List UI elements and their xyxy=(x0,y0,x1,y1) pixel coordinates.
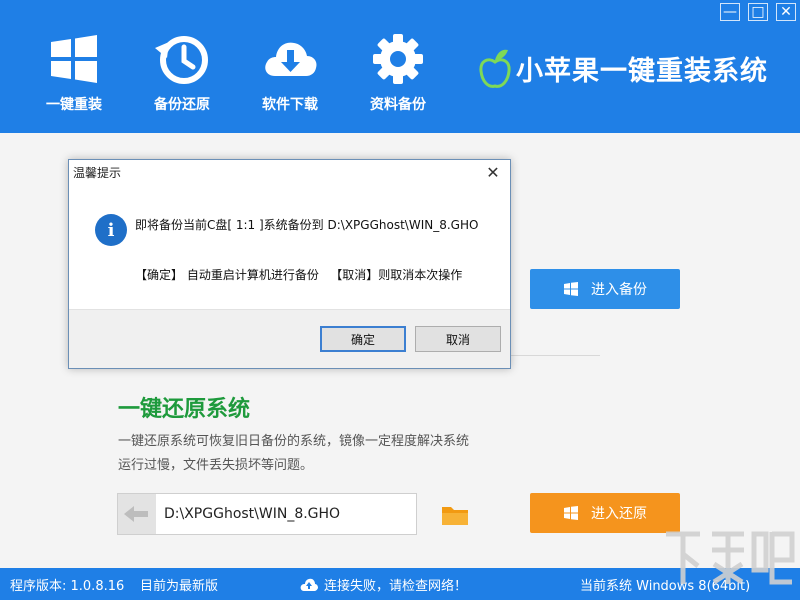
nav-label: 资料备份 xyxy=(370,97,426,113)
enter-restore-button[interactable]: 进入还原 xyxy=(530,493,680,533)
cloud-download-icon xyxy=(265,42,317,76)
close-icon[interactable]: ✕ xyxy=(772,0,800,24)
nav-item-reinstall[interactable]: 一键重装 xyxy=(20,30,128,120)
info-icon: i xyxy=(95,214,127,246)
header-bar: — □ ✕ 一键重装 备份还原 软件下载 资料备份 小苹果一键重装系统 xyxy=(0,0,800,133)
window-controls: — □ ✕ xyxy=(716,0,800,24)
nav-item-data-backup[interactable]: 资料备份 xyxy=(344,30,452,120)
restore-section-title: 一键还原系统 xyxy=(118,397,251,422)
dialog-message-backup-target: 即将备份当前C盘[ 1:1 ]系统备份到 D:\XPGGhost\WIN_8.G… xyxy=(135,218,479,232)
brand-logo: 小苹果一键重装系统 xyxy=(478,46,768,90)
enter-restore-label: 进入还原 xyxy=(591,506,647,522)
gear-icon xyxy=(373,34,423,84)
brand-name: 小苹果一键重装系统 xyxy=(516,55,768,87)
maximize-icon[interactable]: □ xyxy=(744,0,772,24)
watermark-logo xyxy=(666,531,795,585)
restore-path-value: D:\XPGGhost\WIN_8.GHO xyxy=(164,506,341,522)
update-status: 目前为最新版 xyxy=(140,579,219,594)
network-status: 连接失败，请检查网络！ xyxy=(300,575,467,594)
dialog-title: 温馨提示 xyxy=(73,165,122,180)
dialog-close-icon[interactable]: ✕ xyxy=(484,163,502,182)
windows-icon xyxy=(564,282,578,296)
back-arrow-icon[interactable] xyxy=(118,494,156,534)
apple-logo-icon xyxy=(479,49,511,88)
clock-restore-icon xyxy=(155,36,208,84)
dialog-ok-button[interactable]: 确定 xyxy=(320,326,406,352)
restore-path-field[interactable]: D:\XPGGhost\WIN_8.GHO xyxy=(117,493,417,535)
enter-backup-button[interactable]: 进入备份 xyxy=(530,269,680,309)
dialog-message-instructions: 【确定】 自动重启计算机进行备份 【取消】则取消本次操作 xyxy=(135,268,463,282)
warm-tip-dialog: 温馨提示 ✕ i 即将备份当前C盘[ 1:1 ]系统备份到 D:\XPGGhos… xyxy=(68,159,511,369)
dialog-titlebar: 温馨提示 ✕ xyxy=(69,160,510,184)
windows-icon xyxy=(51,35,97,83)
nav-item-backup-restore[interactable]: 备份还原 xyxy=(128,30,236,120)
nav-label: 备份还原 xyxy=(154,97,210,113)
nav-item-software-download[interactable]: 软件下载 xyxy=(236,30,344,120)
dialog-body: i 即将备份当前C盘[ 1:1 ]系统备份到 D:\XPGGhost\WIN_8… xyxy=(69,184,510,309)
enter-backup-label: 进入备份 xyxy=(591,282,647,298)
nav-label: 软件下载 xyxy=(262,97,318,113)
network-status-text: 连接失败，请检查网络！ xyxy=(324,579,468,594)
nav-label: 一键重装 xyxy=(46,97,102,113)
dialog-cancel-button[interactable]: 取消 xyxy=(415,326,501,352)
cloud-upload-icon xyxy=(300,578,318,591)
program-version: 程序版本: 1.0.8.16 xyxy=(10,579,125,594)
dialog-footer: 确定 取消 xyxy=(69,309,510,368)
folder-icon[interactable] xyxy=(441,503,469,527)
main-nav: 一键重装 备份还原 软件下载 资料备份 xyxy=(20,30,452,120)
minimize-icon[interactable]: — xyxy=(716,0,744,24)
restore-section-description: 一键还原系统可恢复旧日备份的系统，镜像一定程度解决系统运行过慢，文件丢失损坏等问… xyxy=(118,434,470,473)
windows-icon xyxy=(564,506,578,520)
